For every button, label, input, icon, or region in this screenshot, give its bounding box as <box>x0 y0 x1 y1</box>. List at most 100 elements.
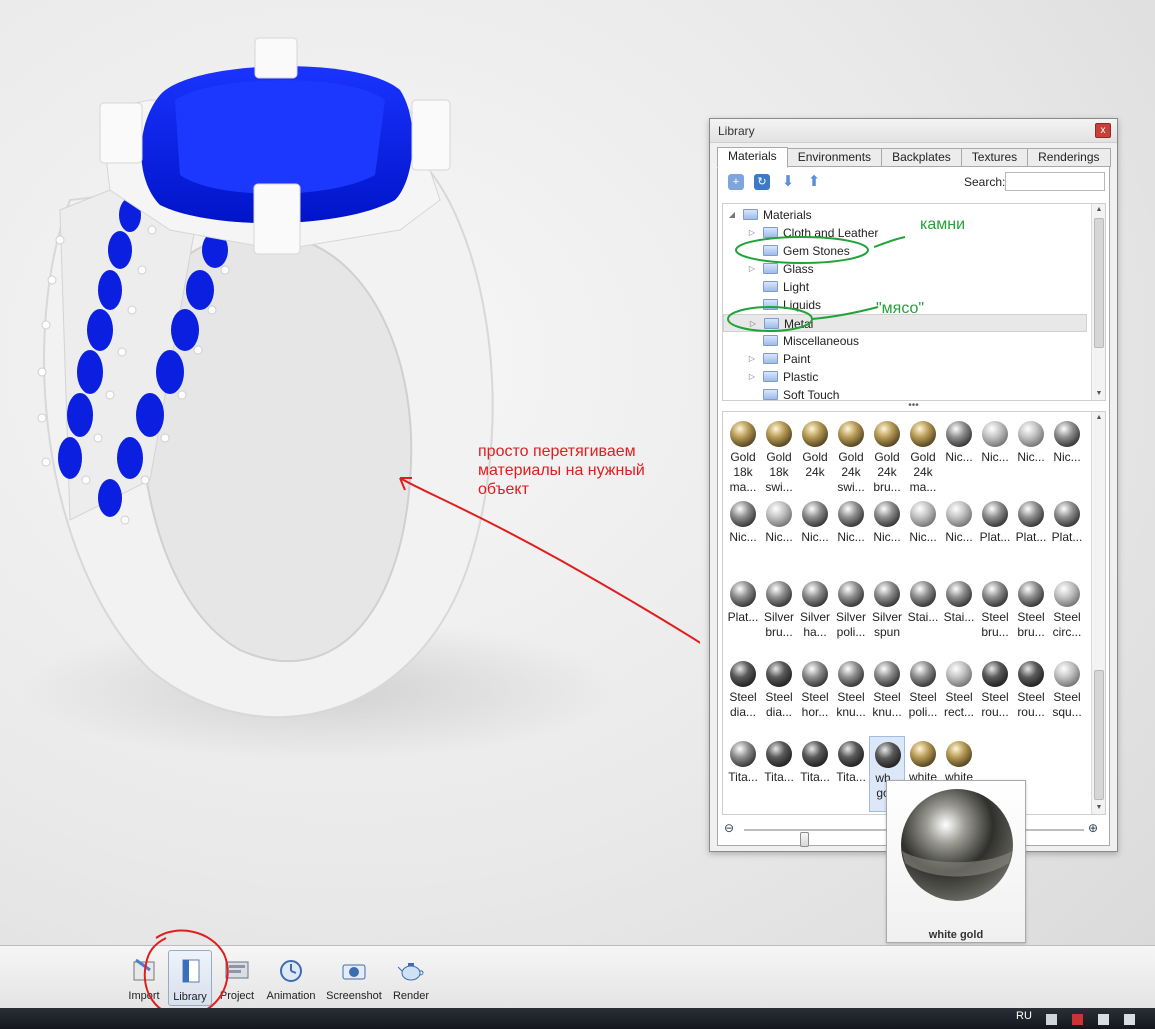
material-thumbnail[interactable]: Steel bru... <box>977 576 1013 652</box>
material-thumbnail[interactable]: Stai... <box>941 576 977 652</box>
material-sphere-icon <box>910 661 936 687</box>
material-thumbnail[interactable]: Nic... <box>833 496 869 572</box>
material-label: Steel knu... <box>872 690 902 719</box>
grid-scrollbar[interactable]: ▲ ▼ <box>1091 412 1105 814</box>
material-label: Nic... <box>873 530 901 544</box>
material-sphere-icon <box>910 421 936 447</box>
material-thumbnail[interactable]: Steel rou... <box>977 656 1013 732</box>
material-thumbnail[interactable]: Silver bru... <box>761 576 797 652</box>
material-thumbnail[interactable]: Nic... <box>797 496 833 572</box>
material-sphere-icon <box>730 581 756 607</box>
material-thumbnail[interactable]: Steel circ... <box>1049 576 1085 652</box>
tree-item[interactable]: Soft Touch <box>723 386 1087 400</box>
zoom-slider-thumb[interactable] <box>800 832 809 847</box>
material-thumbnail[interactable]: Silver spun <box>869 576 905 652</box>
tree-item[interactable]: ▷ Paint <box>723 350 1087 368</box>
zoom-out-icon[interactable]: ⊖ <box>724 822 738 836</box>
material-thumbnail[interactable]: Steel rou... <box>1013 656 1049 732</box>
material-sphere-icon <box>874 421 900 447</box>
material-thumbnail[interactable]: Nic... <box>1013 416 1049 492</box>
pane-splitter[interactable]: ••• <box>718 401 1109 411</box>
material-thumbnail[interactable]: Nic... <box>725 496 761 572</box>
material-thumbnail[interactable]: Gold 24k <box>797 416 833 492</box>
grid-scroll-thumb[interactable] <box>1094 670 1104 800</box>
tab-environments[interactable]: Environments <box>786 148 883 167</box>
tab-materials[interactable]: Materials <box>717 147 788 168</box>
tree-scroll-thumb[interactable] <box>1094 218 1104 348</box>
material-thumbnail[interactable]: Steel knu... <box>869 656 905 732</box>
scroll-up-icon[interactable]: ▲ <box>1092 204 1105 216</box>
tab-textures[interactable]: Textures <box>960 148 1029 167</box>
material-thumbnail[interactable]: Plat... <box>977 496 1013 572</box>
scroll-up-icon[interactable]: ▲ <box>1092 412 1105 424</box>
material-thumbnail[interactable]: Plat... <box>1049 496 1085 572</box>
material-thumbnail[interactable]: Nic... <box>977 416 1013 492</box>
material-thumbnail[interactable]: Steel rect... <box>941 656 977 732</box>
arrow-up-icon[interactable]: ⬆ <box>806 174 822 190</box>
render-button[interactable]: Render <box>388 950 434 1006</box>
material-thumbnail[interactable]: Nic... <box>869 496 905 572</box>
material-label: Nic... <box>981 450 1009 464</box>
material-thumbnail[interactable]: Steel dia... <box>761 656 797 732</box>
volume-icon[interactable] <box>1098 1014 1109 1025</box>
flag-icon[interactable] <box>1046 1014 1057 1025</box>
material-thumbnail[interactable]: Plat... <box>725 576 761 652</box>
expand-icon[interactable]: ▷ <box>747 368 757 386</box>
material-thumbnail[interactable]: Nic... <box>941 496 977 572</box>
material-thumbnail[interactable]: Steel poli... <box>905 656 941 732</box>
tab-backplates[interactable]: Backplates <box>881 148 962 167</box>
material-sphere-icon <box>730 421 756 447</box>
material-sphere-icon <box>766 741 792 767</box>
folder-icon <box>763 335 778 346</box>
scroll-down-icon[interactable]: ▼ <box>1092 388 1105 400</box>
material-thumbnail[interactable]: Tita... <box>797 736 833 812</box>
material-thumbnail[interactable]: Steel bru... <box>1013 576 1049 652</box>
arrow-down-icon[interactable]: ⬇ <box>780 174 796 190</box>
material-label: Steel bru... <box>1017 610 1045 639</box>
expand-icon[interactable]: ▷ <box>747 350 757 368</box>
material-thumbnail[interactable]: Nic... <box>1049 416 1085 492</box>
material-thumbnail[interactable]: Nic... <box>761 496 797 572</box>
animation-label: Animation <box>266 990 316 1002</box>
add-folder-icon[interactable]: + <box>728 174 744 190</box>
material-thumbnail[interactable]: Gold 24k ma... <box>905 416 941 494</box>
material-label: Tita... <box>764 770 794 784</box>
material-grid[interactable]: Gold 18k ma... Gold 18k swi... Gold 24k Gol… <box>722 411 1106 815</box>
material-thumbnail[interactable]: Plat... <box>1013 496 1049 572</box>
material-thumbnail[interactable]: Steel squ... <box>1049 656 1085 732</box>
zoom-in-icon[interactable]: ⊕ <box>1088 822 1102 836</box>
tab-renderings[interactable]: Renderings <box>1027 148 1111 167</box>
material-thumbnail[interactable]: Steel hor... <box>797 656 833 732</box>
search-input[interactable] <box>1005 172 1105 191</box>
material-thumbnail[interactable]: Tita... <box>833 736 869 812</box>
animation-button[interactable]: Animation <box>264 950 318 1006</box>
teapot-icon <box>397 963 424 981</box>
material-thumbnail[interactable]: Tita... <box>725 736 761 812</box>
material-thumbnail[interactable]: Nic... <box>941 416 977 492</box>
render-label: Render <box>392 990 430 1002</box>
material-thumbnail[interactable]: Silver poli... <box>833 576 869 652</box>
tree-scrollbar[interactable]: ▲ ▼ <box>1091 204 1105 400</box>
material-thumbnail[interactable]: Gold 24k swi... <box>833 416 869 494</box>
material-sphere-icon <box>766 661 792 687</box>
scroll-down-icon[interactable]: ▼ <box>1092 802 1105 814</box>
material-thumbnail[interactable]: Tita... <box>761 736 797 812</box>
material-thumbnail[interactable]: Gold 18k swi... <box>761 416 797 494</box>
material-thumbnail[interactable]: Steel knu... <box>833 656 869 732</box>
folder-icon <box>763 353 778 364</box>
material-thumbnail[interactable]: Nic... <box>905 496 941 572</box>
network-icon[interactable] <box>1072 1014 1083 1025</box>
material-thumbnail[interactable]: Stai... <box>905 576 941 652</box>
tree-item[interactable]: ▷ Plastic <box>723 368 1087 386</box>
refresh-icon[interactable]: ↻ <box>754 174 770 190</box>
material-thumbnail[interactable]: Gold 18k ma... <box>725 416 761 494</box>
library-titlebar[interactable]: Library x <box>710 119 1117 143</box>
close-icon[interactable]: x <box>1095 123 1111 138</box>
material-thumbnail[interactable]: Steel dia... <box>725 656 761 732</box>
material-thumbnail[interactable]: Gold 24k bru... <box>869 416 905 494</box>
screenshot-button[interactable]: Screenshot <box>324 950 384 1006</box>
material-sphere-icon <box>802 421 828 447</box>
clock-icon[interactable] <box>1124 1014 1135 1025</box>
material-thumbnail[interactable]: Silver ha... <box>797 576 833 652</box>
language-indicator[interactable]: RU <box>1016 1010 1032 1022</box>
